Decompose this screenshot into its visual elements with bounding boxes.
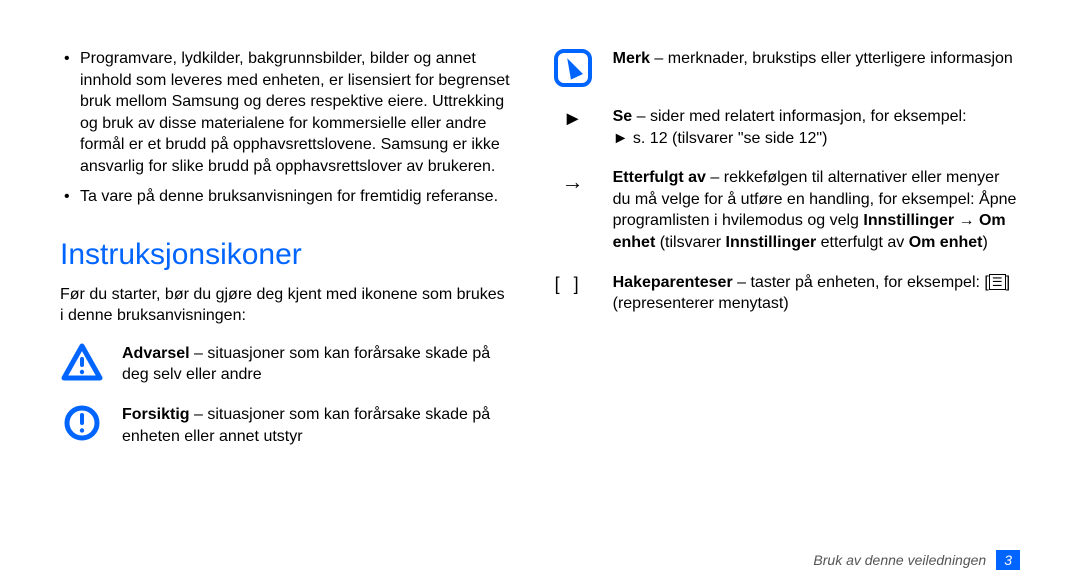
bracket-left: [ <box>555 272 574 296</box>
warning-label: Advarsel <box>122 345 190 362</box>
followed-row: → Etterfulgt av – rekkefølgen til altern… <box>551 167 1020 253</box>
caution-icon <box>60 404 104 442</box>
page-footer: Bruk av denne veiledningen 3 <box>813 550 1020 570</box>
note-desc: Merk – merknader, brukstips eller ytterl… <box>613 48 1020 70</box>
caution-desc: Forsiktig – situasjoner som kan forårsak… <box>122 404 511 447</box>
see-text2: s. 12 (tilsvarer "se side 12") <box>628 130 827 147</box>
warning-icon <box>60 343 104 383</box>
page-number: 3 <box>996 550 1020 570</box>
bullet-item: Programvare, lydkilder, bakgrunnsbilder,… <box>60 48 511 178</box>
right-column: Merk – merknader, brukstips eller ytterl… <box>551 48 1020 566</box>
followed-symbol: → <box>551 167 595 197</box>
brackets-text1: – taster på enheten, for eksempel: [ <box>733 274 989 291</box>
footer-text: Bruk av denne veiledningen <box>813 552 986 568</box>
section-heading: Instruksjonsikoner <box>60 235 511 276</box>
note-icon <box>551 48 595 88</box>
followed-desc: Etterfulgt av – rekkefølgen til alternat… <box>613 167 1020 253</box>
see-inline-arrow: ► <box>613 130 629 147</box>
followed-bold4: Om enhet <box>909 234 983 251</box>
followed-arrow2: → <box>954 212 979 229</box>
brackets-row: [] Hakeparenteser – taster på enheten, f… <box>551 272 1020 315</box>
left-column: Programvare, lydkilder, bakgrunnsbilder,… <box>60 48 511 566</box>
followed-mid: etterfulgt av <box>816 234 909 251</box>
warning-desc: Advarsel – situasjoner som kan forårsake… <box>122 343 511 386</box>
see-label: Se <box>613 108 633 125</box>
menu-key-icon: ☰ <box>989 274 1006 290</box>
see-text1: – sider med relatert informasjon, for ek… <box>632 108 966 125</box>
see-symbol: ► <box>551 106 595 133</box>
brackets-label: Hakeparenteser <box>613 274 733 291</box>
warning-row: Advarsel – situasjoner som kan forårsake… <box>60 343 511 386</box>
note-label: Merk <box>613 50 650 67</box>
license-bullets: Programvare, lydkilder, bakgrunnsbilder,… <box>60 48 511 207</box>
caution-row: Forsiktig – situasjoner som kan forårsak… <box>60 404 511 447</box>
note-text: – merknader, brukstips eller ytterligere… <box>650 50 1013 67</box>
followed-label: Etterfulgt av <box>613 169 706 186</box>
followed-paren-open: (tilsvarer <box>655 234 725 251</box>
brackets-desc: Hakeparenteser – taster på enheten, for … <box>613 272 1020 315</box>
caution-label: Forsiktig <box>122 406 190 423</box>
note-row: Merk – merknader, brukstips eller ytterl… <box>551 48 1020 88</box>
section-intro: Før du starter, bør du gjøre deg kjent m… <box>60 284 511 327</box>
followed-bold1: Innstillinger <box>863 212 954 229</box>
followed-bold3: Innstillinger <box>726 234 817 251</box>
followed-paren-close: ) <box>982 234 987 251</box>
brackets-symbol: [] <box>551 272 595 296</box>
bullet-item: Ta vare på denne bruksanvisningen for fr… <box>60 186 511 208</box>
see-desc: Se – sider med relatert informasjon, for… <box>613 106 1020 149</box>
see-row: ► Se – sider med relatert informasjon, f… <box>551 106 1020 149</box>
bracket-right: ] <box>574 272 593 296</box>
